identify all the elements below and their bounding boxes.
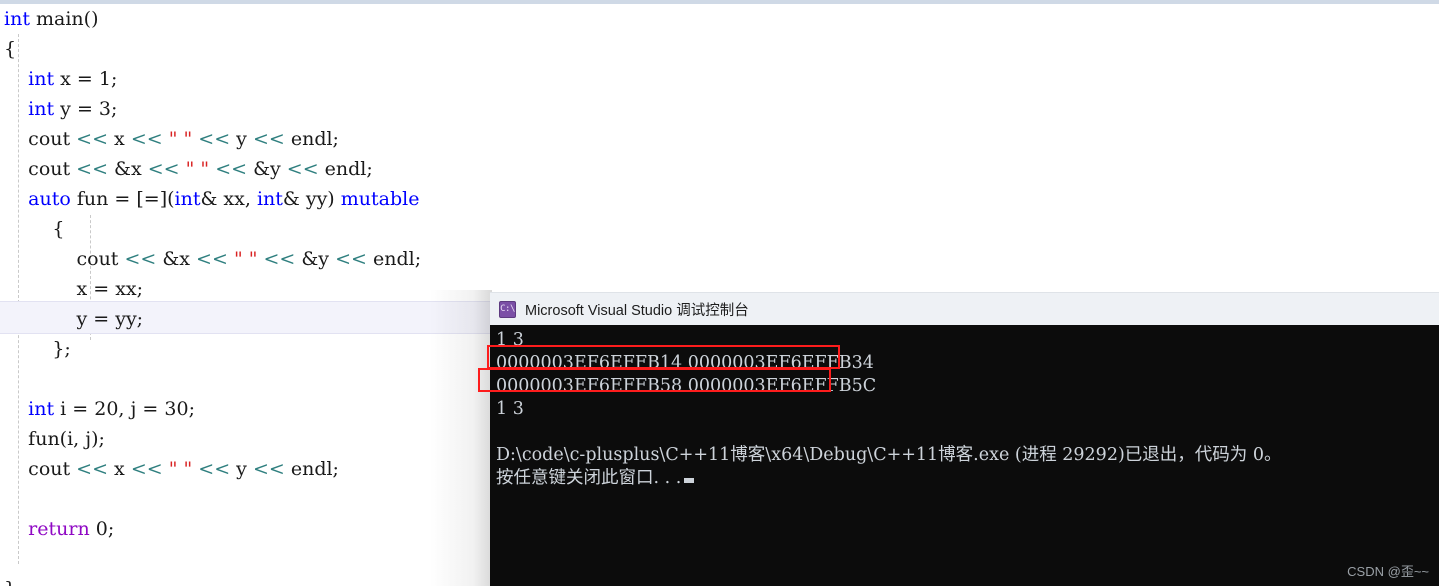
- console-output-line: 1 3: [496, 330, 524, 350]
- code-token: x = 1;: [54, 68, 118, 90]
- code-token: <<: [130, 128, 163, 150]
- code-token: <<: [335, 248, 367, 270]
- code-token: auto: [28, 188, 71, 210]
- code-line[interactable]: int y = 3;: [0, 94, 1439, 124]
- code-token: endl;: [318, 158, 373, 180]
- code-token: <<: [196, 248, 228, 270]
- code-line[interactable]: int x = 1;: [0, 64, 1439, 94]
- code-token: y = yy;: [76, 308, 144, 330]
- console-output-area[interactable]: 1 3 0000003EF6EFFB14 0000003EF6EFFB34 0000…: [490, 325, 1439, 586]
- code-line[interactable]: cout << &x << " " << &y << endl;: [0, 154, 1439, 184]
- code-token: cout: [28, 458, 77, 480]
- code-token: x: [108, 458, 131, 480]
- code-token: <<: [198, 128, 231, 150]
- code-token: <<: [147, 158, 180, 180]
- code-token: endl;: [284, 458, 339, 480]
- code-token: fun = [=](: [70, 188, 175, 210]
- code-token: <<: [76, 128, 109, 150]
- code-token: return: [28, 518, 90, 540]
- code-token: &x: [108, 158, 148, 180]
- code-token: <<: [130, 458, 163, 480]
- console-output-line: 0000003EF6EFFB58 0000003EF6EFFB5C: [496, 376, 877, 396]
- code-token: y: [230, 458, 253, 480]
- console-output-line: 按任意键关闭此窗口. . .: [494, 467, 1439, 490]
- code-token: <<: [215, 158, 248, 180]
- code-token: " ": [168, 128, 193, 150]
- code-token: <<: [252, 128, 285, 150]
- code-token: endl;: [284, 128, 339, 150]
- console-window[interactable]: C:\ Microsoft Visual Studio 调试控制台 1 3 000…: [490, 292, 1439, 586]
- code-token: & xx,: [200, 188, 257, 210]
- code-token: int: [256, 188, 283, 210]
- code-token: endl;: [366, 248, 422, 270]
- console-icon-label: C:\: [500, 303, 515, 314]
- code-token: &y: [247, 158, 287, 180]
- code-token: " ": [185, 158, 210, 180]
- code-line[interactable]: cout << x << " " << y << endl;: [0, 124, 1439, 154]
- console-output-line: D:\code\c-plusplus\C++11博客\x64\Debug\C++…: [496, 445, 1282, 465]
- code-line[interactable]: cout << &x << " " << &y << endl;: [0, 244, 1439, 274]
- code-line[interactable]: {: [0, 34, 1439, 64]
- console-title-bar[interactable]: C:\ Microsoft Visual Studio 调试控制台: [490, 292, 1439, 325]
- code-token: int: [174, 188, 201, 210]
- code-token: int: [28, 68, 55, 90]
- screenshot-root: int main() { int x = 1; int y = 3; cout <…: [0, 0, 1439, 586]
- code-token: {: [52, 218, 65, 240]
- code-line[interactable]: int main(): [0, 4, 1439, 34]
- code-token: <<: [76, 158, 109, 180]
- code-token: fun(i, j);: [28, 428, 105, 450]
- code-token: <<: [252, 458, 285, 480]
- code-token: int: [28, 398, 55, 420]
- code-token: <<: [76, 458, 109, 480]
- code-token: &x: [156, 248, 197, 270]
- code-token: <<: [263, 248, 296, 270]
- code-token: cout: [28, 128, 77, 150]
- code-token: & yy): [282, 188, 341, 210]
- console-cursor: [684, 478, 695, 483]
- code-token: <<: [286, 158, 319, 180]
- console-title-label: Microsoft Visual Studio 调试控制台: [525, 302, 749, 319]
- code-token: " ": [168, 458, 193, 480]
- code-line[interactable]: {: [0, 214, 1439, 244]
- code-token: y = 3;: [54, 98, 118, 120]
- code-token: int: [4, 8, 30, 30]
- code-token: {: [4, 38, 17, 60]
- console-output-line: 0000003EF6EFFB14 0000003EF6EFFB34: [496, 353, 874, 373]
- code-token: i = 20, j = 30;: [54, 398, 195, 420]
- code-token: &y: [295, 248, 336, 270]
- code-token: mutable: [340, 188, 420, 210]
- code-token: y: [230, 128, 253, 150]
- code-token: " ": [233, 248, 258, 270]
- code-token: 0;: [89, 518, 115, 540]
- code-token: };: [52, 338, 71, 360]
- code-token: cout: [76, 248, 125, 270]
- console-app-icon: C:\: [499, 300, 516, 318]
- code-token: <<: [124, 248, 157, 270]
- code-token: int: [28, 98, 55, 120]
- csdn-watermark: CSDN @歪~~: [1347, 564, 1429, 579]
- code-token: main(): [29, 8, 99, 30]
- code-token: }: [4, 578, 16, 586]
- console-output-line: 1 3: [496, 399, 524, 419]
- code-token: x: [108, 128, 131, 150]
- code-line[interactable]: auto fun = [=](int& xx, int& yy) mutable: [0, 184, 1439, 214]
- code-token: cout: [28, 158, 77, 180]
- code-token: x = xx;: [76, 278, 144, 300]
- code-token: <<: [198, 458, 231, 480]
